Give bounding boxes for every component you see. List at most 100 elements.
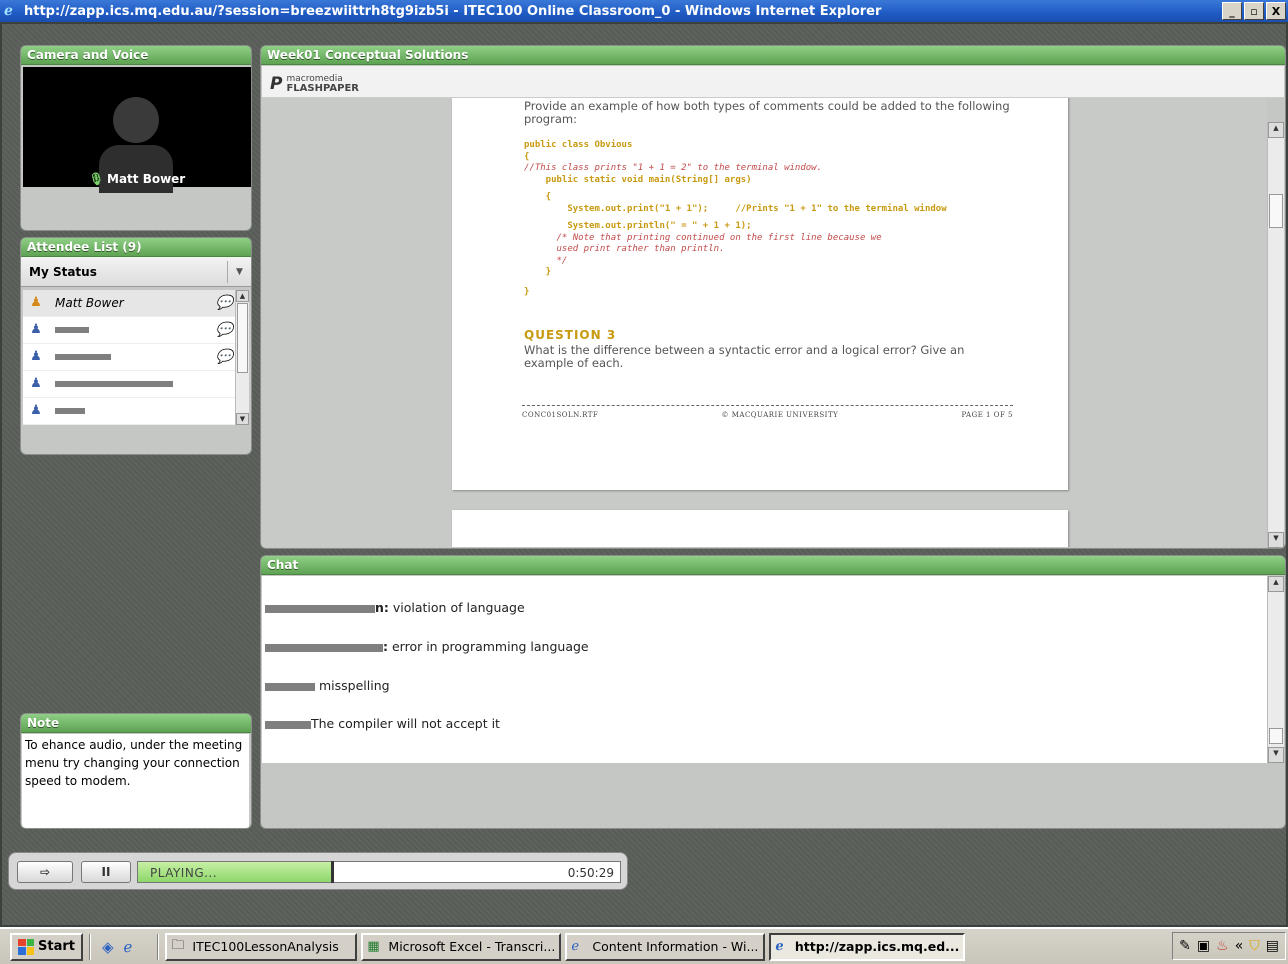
note-pod: Note To ehance audio, under the meeting … [20, 713, 252, 829]
document-viewport[interactable]: Provide an example of how both types of … [262, 98, 1267, 547]
attendee-item[interactable]: ♟ [23, 371, 235, 398]
document-scrollbar[interactable]: ▲ ▼ [1267, 122, 1284, 548]
participant-icon: ♟ [30, 376, 42, 391]
chat-message: n: violation of language [265, 600, 525, 615]
taskbar-item-folder[interactable]: 🗀 ITEC100LessonAnalysis [165, 932, 358, 961]
speech-bubble-icon: 💬 [215, 295, 233, 311]
note-pod-title: Note [21, 714, 251, 733]
close-button[interactable]: X [1266, 2, 1286, 20]
attendee-name: Matt Bower [55, 296, 124, 310]
code-comment: /* Note that printing continued on the f… [524, 232, 882, 243]
note-text: To ehance audio, under the meeting menu … [22, 734, 249, 828]
chevron-down-icon[interactable]: ▼ [227, 261, 251, 283]
minimize-button[interactable]: _ [1222, 2, 1242, 20]
redacted-sender [265, 682, 315, 691]
scroll-thumb[interactable] [1269, 194, 1283, 228]
redacted-name [55, 408, 85, 414]
start-button[interactable]: Start [10, 932, 83, 961]
code-statement: System.out.print("1 + 1"); [524, 203, 709, 214]
folder-icon: 🗀 [171, 937, 185, 953]
task-label: http://zapp.ics.mq.ed... [794, 939, 960, 954]
chat-message: : error in programming language [265, 639, 589, 654]
attendee-pod-title: Attendee List (9) [21, 238, 251, 257]
window-controls: _ ▫ X [1222, 2, 1286, 20]
taskbar-item-content-info[interactable]: ℯ Content Information - Wi... [565, 932, 766, 961]
chat-text: The compiler will not accept it [311, 716, 500, 731]
avatar-head [113, 97, 159, 143]
tray-extra-icon[interactable]: ▤ [1266, 938, 1279, 954]
question-3-heading: QUESTION 3 [524, 328, 617, 342]
scroll-up-icon[interactable]: ▲ [236, 290, 249, 302]
attendee-item[interactable]: ♟ [23, 398, 235, 425]
taskbar-item-zapp[interactable]: ℯ http://zapp.ics.mq.ed... [769, 932, 966, 961]
scroll-down-icon[interactable]: ▼ [1268, 747, 1284, 763]
scroll-down-icon[interactable]: ▼ [236, 413, 249, 425]
redacted-sender [265, 643, 383, 652]
chat-text: error in programming language [388, 639, 589, 654]
security-shield-icon[interactable]: ⛉ [1249, 938, 1260, 954]
ie-quicklaunch-icon[interactable]: ℯ [124, 938, 133, 956]
code-line: System.out.println(" = " + 1 + 1); [524, 221, 752, 231]
chat-scrollbar[interactable]: ▲ ▼ [1267, 576, 1284, 763]
page-footer: CONC01SOLN.RTF © MACQUARIE UNIVERSITY PA… [522, 411, 1013, 419]
code-line: public class Obvious [524, 140, 633, 150]
task-label: Microsoft Excel - Transcri... [388, 939, 556, 954]
playback-controls: ⇨ II PLAYING... 0:50:29 [8, 852, 628, 890]
participant-icon: ♟ [30, 349, 42, 364]
tray-app-icon[interactable]: ▣ [1197, 938, 1210, 954]
system-tray: ✎ ▣ ♨ « ⛉ ▤ [1172, 932, 1286, 960]
page-footer-rule [522, 405, 1013, 406]
flashpaper-logo: P macromedia FLASHPAPER [270, 74, 359, 94]
excel-icon: ▦ [367, 939, 380, 954]
question-3-text: What is the difference between a syntact… [524, 343, 965, 370]
code-sample: public class Obvious { //This class prin… [524, 140, 947, 298]
exit-playback-button[interactable]: ⇨ [17, 861, 73, 883]
chat-text: misspelling [315, 678, 390, 693]
window-titlebar[interactable]: ℯ http://zapp.ics.mq.edu.au/?session=bre… [0, 0, 1288, 22]
show-desktop-icon[interactable]: ◈ [102, 938, 114, 956]
attendee-item[interactable]: ♟ 💬 [23, 344, 235, 371]
java-icon[interactable]: ♨ [1216, 938, 1229, 954]
expand-tray-icon[interactable]: « [1235, 938, 1244, 954]
playback-progress[interactable]: PLAYING... 0:50:29 [137, 861, 621, 883]
code-line: } [524, 286, 530, 297]
my-status-dropdown[interactable]: My Status ▼ [21, 257, 251, 287]
scroll-up-icon[interactable]: ▲ [1268, 122, 1284, 138]
attendee-list-pod: Attendee List (9) My Status ▼ ♟ Matt Bow… [20, 237, 252, 455]
scroll-thumb[interactable] [1269, 728, 1283, 744]
attendee-host[interactable]: ♟ Matt Bower 💬 [23, 290, 235, 317]
code-line: System.out.print("1 + 1"); //Prints "1 +… [524, 203, 947, 216]
redacted-name [55, 381, 173, 387]
my-status-label: My Status [29, 264, 97, 279]
progress-handle[interactable] [330, 861, 334, 883]
code-comment: used print rather than println. [524, 244, 725, 254]
chat-pod: Chat n: violation of language : error in… [260, 555, 1286, 829]
speech-bubble-icon: 💬 [215, 349, 233, 365]
chat-sender: n: [375, 600, 389, 615]
pause-button[interactable]: II [81, 861, 131, 883]
scroll-down-icon[interactable]: ▼ [1268, 532, 1284, 548]
tool-icon[interactable]: ✎ [1179, 938, 1191, 954]
camera-presenter: 🎙 Matt Bower [23, 172, 251, 186]
chat-transcript: n: violation of language : error in prog… [262, 576, 1267, 763]
attendee-scrollbar[interactable]: ▲ ▼ [235, 290, 249, 425]
code-line: { [524, 151, 530, 162]
code-line: { [524, 192, 552, 202]
code-inline-comment: //Prints "1 + 1" to the terminal window [735, 203, 947, 214]
camera-presenter-name: Matt Bower [107, 172, 186, 186]
taskbar-item-excel[interactable]: ▦ Microsoft Excel - Transcri... [361, 932, 562, 961]
exit-icon: ⇨ [39, 865, 51, 879]
attendee-item[interactable]: ♟ 💬 [23, 317, 235, 344]
footer-page: PAGE 1 OF 5 [961, 411, 1013, 419]
window-title: http://zapp.ics.mq.edu.au/?session=breez… [24, 3, 882, 19]
playback-time: 0:50:29 [567, 866, 614, 880]
document-pod-title: Week01 Conceptual Solutions [261, 46, 1285, 65]
scroll-thumb[interactable] [237, 303, 248, 373]
redacted-sender [265, 720, 311, 729]
ie-icon: ℯ [4, 3, 13, 19]
scroll-up-icon[interactable]: ▲ [1268, 576, 1284, 592]
document-page-2 [452, 510, 1068, 547]
maximize-button[interactable]: ▫ [1244, 2, 1264, 20]
footer-copyright: © MACQUARIE UNIVERSITY [721, 411, 839, 419]
document-pod: Week01 Conceptual Solutions P macromedia… [260, 45, 1286, 549]
